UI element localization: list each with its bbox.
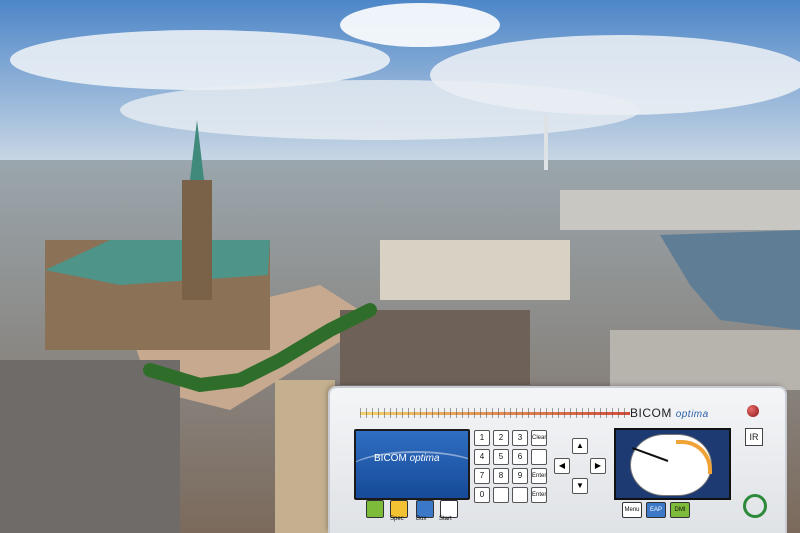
cable-connector — [743, 494, 767, 518]
enter-key[interactable]: Enter — [531, 468, 547, 484]
device-display: BICOM optima — [354, 429, 470, 500]
ir-sensor: IR — [745, 428, 763, 446]
building — [340, 310, 530, 385]
arrow-right-button[interactable]: ▶ — [590, 458, 606, 474]
tv-tower — [544, 115, 548, 170]
start-label: Start — [439, 516, 452, 522]
building — [275, 380, 335, 533]
spec-label: Spec — [390, 516, 404, 522]
power-button[interactable] — [366, 500, 384, 518]
town-hall-tower — [182, 180, 212, 300]
bicom-device: BICOM optima IR BICOM optima 1 2 3 Clear… — [330, 388, 785, 533]
key-0[interactable]: 0 — [474, 487, 490, 503]
arrow-down-button[interactable]: ▼ — [572, 478, 588, 494]
key-6[interactable]: 6 — [512, 449, 528, 465]
building — [560, 190, 800, 230]
device-brand: BICOM optima — [630, 406, 709, 420]
clear-key[interactable]: Clear — [531, 430, 547, 446]
key-2[interactable]: 2 — [493, 430, 509, 446]
home-key[interactable] — [512, 487, 528, 503]
keypad: 1 2 3 Clear 4 5 6 7 8 9 Enter 0 Enter — [474, 430, 552, 503]
arrow-left-button[interactable]: ◀ — [554, 458, 570, 474]
gauge-zone — [676, 440, 712, 474]
key-9[interactable]: 9 — [512, 468, 528, 484]
dmi-button[interactable]: DMI — [670, 502, 690, 518]
enter-key-2[interactable]: Enter — [531, 487, 547, 503]
power-led — [747, 405, 759, 417]
eap-button[interactable]: EAP — [646, 502, 666, 518]
arrow-pad: ▲ ◀ ▶ ▼ — [552, 438, 612, 498]
key-5[interactable]: 5 — [493, 449, 509, 465]
cloud — [340, 3, 500, 47]
key-blank[interactable] — [493, 487, 509, 503]
key-8[interactable]: 8 — [493, 468, 509, 484]
arrow-up-button[interactable]: ▲ — [572, 438, 588, 454]
frequency-ticks — [360, 408, 630, 418]
building — [380, 240, 570, 300]
key-4[interactable]: 4 — [474, 449, 490, 465]
back-key[interactable] — [531, 449, 547, 465]
menu-button[interactable]: Menu — [622, 502, 642, 518]
key-3[interactable]: 3 — [512, 430, 528, 446]
building — [610, 330, 800, 390]
display-brand: BICOM optima — [374, 453, 440, 464]
key-7[interactable]: 7 — [474, 468, 490, 484]
gauge-display — [614, 428, 731, 500]
building — [0, 360, 180, 533]
key-1[interactable]: 1 — [474, 430, 490, 446]
box-label: Box — [416, 516, 427, 522]
